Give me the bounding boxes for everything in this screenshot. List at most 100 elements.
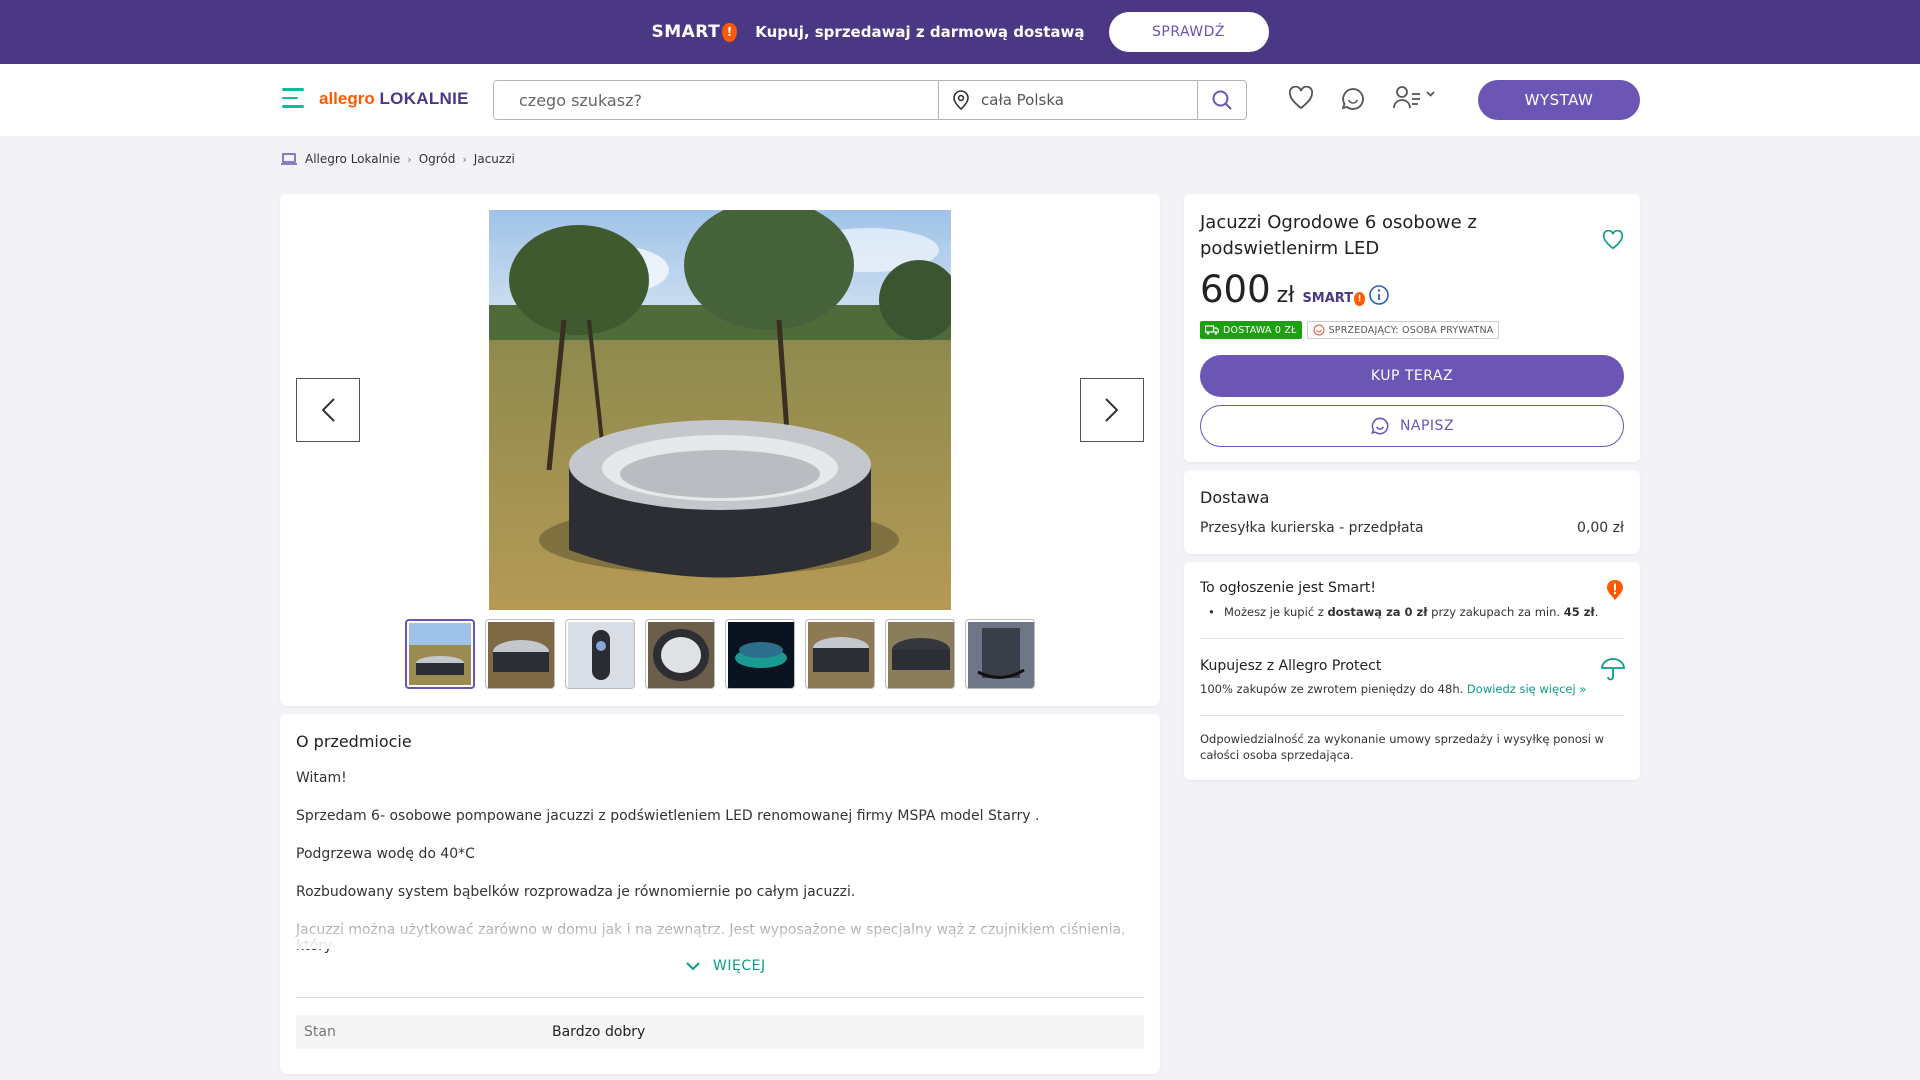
description-line: Witam! xyxy=(296,770,347,786)
chat-icon xyxy=(1371,417,1389,435)
bullet: • xyxy=(1208,605,1215,619)
thumbnail[interactable] xyxy=(405,619,475,689)
thumbnail[interactable] xyxy=(565,619,635,689)
allegro-lokalnie-logo[interactable]: allegro LOKALNIE xyxy=(319,89,469,109)
learn-more-link[interactable]: Dowiedz się więcej » xyxy=(1467,682,1586,696)
offer-badges: DOSTAWA 0 ZŁ SPRZEDAJĄCY: OSOBA PRYWATNA xyxy=(1200,321,1500,339)
prev-photo-button[interactable] xyxy=(296,378,360,442)
protect-title: Kupujesz z Allegro Protect xyxy=(1200,658,1382,674)
description-line: Rozbudowany system bąbelków rozprowadza … xyxy=(296,884,856,900)
smart-info-card: To ogłoszenie jest Smart! • Możesz je kup… xyxy=(1184,562,1640,780)
seller-badge: SPRZEDAJĄCY: OSOBA PRYWATNA xyxy=(1306,321,1500,339)
price-currency: zł xyxy=(1276,283,1295,308)
location-select[interactable]: cała Polska xyxy=(939,81,1198,119)
chevron-right-icon xyxy=(1105,398,1119,422)
jacuzzi-photo xyxy=(489,210,951,610)
search-icon xyxy=(1212,90,1232,110)
divider xyxy=(296,997,1144,998)
offer-card: Jacuzzi Ogrodowe 6 osobowe z podswietlen… xyxy=(1184,194,1640,462)
responsibility-note: Odpowiedzialność za wykonanie umowy sprz… xyxy=(1200,732,1605,762)
search-bar: cała Polska xyxy=(493,80,1247,120)
smart-logo-text: SMART xyxy=(651,22,721,42)
param-row: Stan Bardzo dobry xyxy=(296,1015,1144,1049)
thumbnail[interactable] xyxy=(885,619,955,689)
chevron-left-icon xyxy=(321,398,335,422)
price-value: 600 xyxy=(1200,268,1271,311)
chevron-right-icon: › xyxy=(407,152,412,166)
location-pin-icon xyxy=(953,90,969,111)
delivery-badge-text: DOSTAWA 0 ZŁ xyxy=(1223,324,1297,336)
buy-now-button[interactable]: KUP TERAZ xyxy=(1200,355,1624,397)
delivery-badge: DOSTAWA 0 ZŁ xyxy=(1200,321,1302,339)
smart-logo: SMART! xyxy=(651,22,738,42)
chevron-down-icon xyxy=(686,962,700,971)
thumbnail[interactable] xyxy=(485,619,555,689)
divider xyxy=(1200,715,1624,716)
thumbnail[interactable] xyxy=(965,619,1035,689)
delivery-method: Przesyłka kurierska - przedpłata xyxy=(1200,520,1424,536)
description-line: Podgrzewa wodę do 40*C xyxy=(296,846,475,862)
main-photo[interactable] xyxy=(489,210,951,610)
write-message-button[interactable]: NAPISZ xyxy=(1200,405,1624,447)
show-more-label: WIĘCEJ xyxy=(713,958,766,974)
description-card: O przedmiocie Witam! Sprzedam 6- osobowe… xyxy=(280,714,1160,1074)
chat-icon xyxy=(1341,88,1364,110)
smart-bang-icon: ! xyxy=(1354,291,1366,306)
account-menu[interactable] xyxy=(1392,84,1438,116)
promo-bar: SMART! Kupuj, sprzedawaj z darmową dosta… xyxy=(0,0,1920,64)
seller-badge-text: SPRZEDAJĄCY: OSOBA PRYWATNA xyxy=(1328,324,1494,336)
smart-benefit: • Możesz je kupić z dostawą za 0 zł przy … xyxy=(1208,605,1599,619)
publish-button[interactable]: WYSTAW xyxy=(1478,80,1640,120)
protect-text: 100% zakupów ze zwrotem pieniędzy do 48h… xyxy=(1200,682,1587,696)
show-more-button[interactable]: WIĘCEJ xyxy=(685,958,766,974)
smart-title: To ogłoszenie jest Smart! xyxy=(1200,580,1376,596)
search-input[interactable] xyxy=(494,81,939,119)
gallery-card xyxy=(280,194,1160,706)
smart-badge-text: SMART xyxy=(1302,291,1354,306)
delivery-heading: Dostawa xyxy=(1200,488,1270,507)
smart-badge: SMART! xyxy=(1302,291,1366,306)
logo-allegro: allegro xyxy=(319,89,375,108)
logo-lokalnie: LOKALNIE xyxy=(379,89,469,108)
thumbnail[interactable] xyxy=(805,619,875,689)
search-button[interactable] xyxy=(1198,81,1246,119)
price: 600 zł SMART! xyxy=(1200,268,1366,311)
breadcrumb: Allegro Lokalnie › Ogród › Jacuzzi xyxy=(281,152,515,166)
user-icon xyxy=(1393,86,1435,109)
thumbnail[interactable] xyxy=(645,619,715,689)
delivery-cost: 0,00 zł xyxy=(1577,520,1624,536)
breadcrumb-item[interactable]: Ogród xyxy=(419,152,456,166)
watch-button[interactable] xyxy=(1602,229,1624,254)
breadcrumb-item[interactable]: Allegro Lokalnie xyxy=(305,152,400,166)
delivery-row: Przesyłka kurierska - przedpłata 0,00 zł xyxy=(1200,520,1624,536)
divider xyxy=(1200,638,1624,639)
chevron-right-icon: › xyxy=(462,152,467,166)
param-value: Bardzo dobry xyxy=(552,1024,646,1040)
truck-icon xyxy=(1205,325,1219,335)
breadcrumb-item[interactable]: Jacuzzi xyxy=(474,152,515,166)
info-button[interactable] xyxy=(1368,284,1390,310)
write-message-label: NAPISZ xyxy=(1399,418,1455,434)
thumbnail[interactable] xyxy=(725,619,795,689)
fade-overlay xyxy=(280,909,1160,949)
menu-icon[interactable] xyxy=(282,88,306,110)
description-heading: O przedmiocie xyxy=(296,732,412,751)
delivery-card: Dostawa Przesyłka kurierska - przedpłata… xyxy=(1184,470,1640,554)
favorites-button[interactable] xyxy=(1288,85,1314,114)
param-key: Stan xyxy=(304,1024,336,1040)
smart-bang-icon: ! xyxy=(722,22,738,42)
thumbnail-strip xyxy=(405,619,1035,689)
promo-check-button[interactable]: SPRAWDŹ xyxy=(1108,12,1269,52)
location-label: cała Polska xyxy=(981,91,1064,109)
next-photo-button[interactable] xyxy=(1080,378,1144,442)
umbrella-icon xyxy=(1601,658,1625,681)
messages-button[interactable] xyxy=(1340,86,1366,116)
laptop-icon xyxy=(281,153,297,165)
header: allegro LOKALNIE cała Polska WYSTAW xyxy=(0,64,1920,136)
promo-text: Kupuj, sprzedawaj z darmową dostawą xyxy=(755,23,1085,41)
description-line: Sprzedam 6- osobowe pompowane jacuzzi z … xyxy=(296,808,1040,824)
smart-bang-icon xyxy=(1607,580,1623,600)
heart-icon xyxy=(1289,85,1313,110)
info-icon xyxy=(1369,285,1389,305)
offer-title: Jacuzzi Ogrodowe 6 osobowe z podswietlen… xyxy=(1200,212,1477,259)
